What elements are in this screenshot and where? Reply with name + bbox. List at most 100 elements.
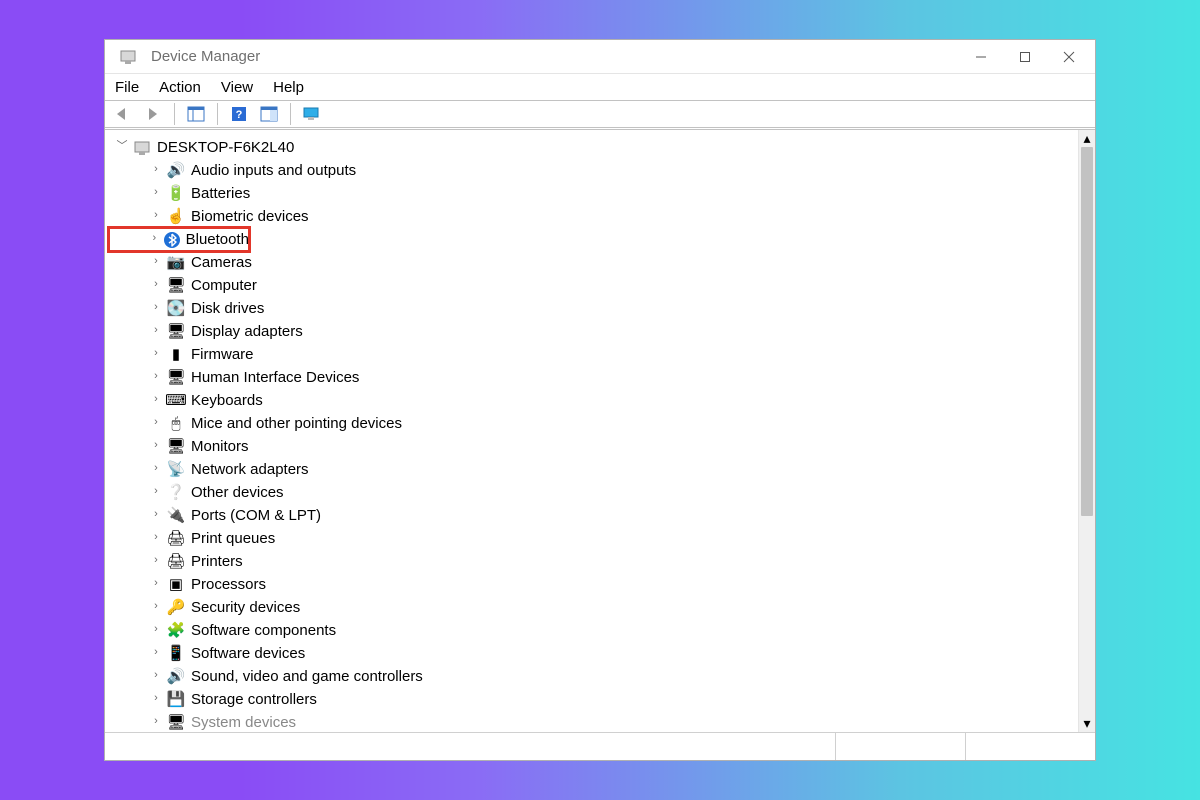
device-manager-window: Device Manager File Action View Help ? ﹀ [104, 39, 1096, 761]
tree-category[interactable]: ›▣Processors [109, 573, 1078, 596]
category-icon: ▮ [167, 346, 185, 364]
device-tree[interactable]: ﹀ DESKTOP-F6K2L40 ›🔊Audio inputs and out… [105, 130, 1078, 732]
category-label: Software devices [191, 642, 305, 665]
category-icon: 🖥 [167, 323, 185, 341]
chevron-right-icon[interactable]: › [149, 227, 160, 250]
chevron-right-icon[interactable]: › [149, 549, 163, 572]
scroll-up-icon[interactable]: ▴ [1079, 130, 1095, 147]
category-label: Software components [191, 619, 336, 642]
tree-category[interactable]: ›Bluetooth [109, 228, 249, 251]
toolbar-help-icon[interactable]: ? [227, 103, 251, 125]
chevron-right-icon[interactable]: › [149, 250, 163, 273]
tree-root[interactable]: ﹀ DESKTOP-F6K2L40 [109, 136, 1078, 159]
tree-category[interactable]: ›📷Cameras [109, 251, 1078, 274]
tree-category[interactable]: ›☝ Biometric devices [109, 205, 1078, 228]
tree-category[interactable]: ›⌨Keyboards [109, 389, 1078, 412]
category-icon: 🔌 [167, 507, 185, 525]
menu-help[interactable]: Help [273, 79, 304, 96]
chevron-right-icon[interactable]: › [149, 181, 163, 204]
category-label: Disk drives [191, 297, 264, 320]
statusbar [105, 732, 1095, 760]
toolbar-monitors-icon[interactable] [300, 103, 324, 125]
chevron-right-icon[interactable]: › [149, 365, 163, 388]
category-icon [164, 231, 180, 249]
chevron-right-icon[interactable]: › [149, 158, 163, 181]
category-label: Printers [191, 550, 243, 573]
category-label: Computer [191, 274, 257, 297]
chevron-right-icon[interactable]: › [149, 480, 163, 503]
chevron-right-icon[interactable]: › [149, 710, 163, 732]
tree-category[interactable]: ›🖨Print queues [109, 527, 1078, 550]
chevron-right-icon[interactable]: › [149, 342, 163, 365]
chevron-right-icon[interactable]: › [149, 595, 163, 618]
category-label: Network adapters [191, 458, 309, 481]
category-icon: 🔊 [167, 668, 185, 686]
tree-category[interactable]: ›🔌Ports (COM & LPT) [109, 504, 1078, 527]
tree-category[interactable]: ›🧩Software components [109, 619, 1078, 642]
close-button[interactable] [1047, 42, 1091, 72]
category-icon: 📷 [167, 254, 185, 272]
tree-category[interactable]: ›❔Other devices [109, 481, 1078, 504]
category-label: Biometric devices [191, 205, 309, 228]
menubar: File Action View Help [105, 74, 1095, 100]
tree-category[interactable]: ›🖥Computer [109, 274, 1078, 297]
tree-category[interactable]: ›🖥Monitors [109, 435, 1078, 458]
minimize-button[interactable] [959, 42, 1003, 72]
chevron-right-icon[interactable]: › [149, 319, 163, 342]
category-label: Display adapters [191, 320, 303, 343]
chevron-right-icon[interactable]: › [149, 618, 163, 641]
chevron-right-icon[interactable]: › [149, 526, 163, 549]
chevron-right-icon[interactable]: › [149, 687, 163, 710]
scroll-thumb[interactable] [1081, 147, 1093, 516]
chevron-right-icon[interactable]: › [149, 388, 163, 411]
category-label: Sound, video and game controllers [191, 665, 423, 688]
tree-category[interactable]: ›🔑Security devices [109, 596, 1078, 619]
chevron-right-icon[interactable]: › [149, 641, 163, 664]
category-label: Monitors [191, 435, 249, 458]
category-icon: 📡 [167, 461, 185, 479]
tree-category[interactable]: ›📱Software devices [109, 642, 1078, 665]
chevron-right-icon[interactable]: › [149, 457, 163, 480]
toolbar: ? [105, 100, 1095, 130]
tree-category[interactable]: ›▮Firmware [109, 343, 1078, 366]
scroll-down-icon[interactable]: ▾ [1079, 715, 1095, 732]
menu-file[interactable]: File [115, 79, 139, 96]
vertical-scrollbar[interactable]: ▴ ▾ [1078, 130, 1095, 732]
toolbar-tree-icon[interactable] [184, 103, 208, 125]
window-title: Device Manager [151, 48, 260, 65]
chevron-right-icon[interactable]: › [149, 204, 163, 227]
menu-view[interactable]: View [221, 79, 253, 96]
tree-category[interactable]: ›📡 Network adapters [109, 458, 1078, 481]
scroll-track[interactable] [1079, 147, 1095, 715]
category-icon: 🖨 [167, 553, 185, 571]
category-icon: 🖱 [167, 415, 185, 433]
tree-category[interactable]: ›🔊Audio inputs and outputs [109, 159, 1078, 182]
toolbar-forward-icon[interactable] [141, 103, 165, 125]
category-icon: ☝ [167, 208, 185, 226]
chevron-right-icon[interactable]: › [149, 503, 163, 526]
tree-category[interactable]: ›💽Disk drives [109, 297, 1078, 320]
toolbar-back-icon[interactable] [111, 103, 135, 125]
titlebar: Device Manager [105, 40, 1095, 74]
chevron-right-icon[interactable]: › [149, 664, 163, 687]
chevron-down-icon[interactable]: ﹀ [115, 135, 129, 158]
tree-category[interactable]: ›🔋Batteries [109, 182, 1078, 205]
tree-category[interactable]: ›🖥System devices [109, 711, 1078, 732]
chevron-right-icon[interactable]: › [149, 411, 163, 434]
tree-category[interactable]: ›🖨 Printers [109, 550, 1078, 573]
chevron-right-icon[interactable]: › [149, 273, 163, 296]
chevron-right-icon[interactable]: › [149, 296, 163, 319]
menu-action[interactable]: Action [159, 79, 201, 96]
tree-category[interactable]: ›🖥 Display adapters [109, 320, 1078, 343]
maximize-button[interactable] [1003, 42, 1047, 72]
chevron-right-icon[interactable]: › [149, 434, 163, 457]
tree-area: ﹀ DESKTOP-F6K2L40 ›🔊Audio inputs and out… [105, 130, 1095, 732]
tree-category[interactable]: ›🔊 Sound, video and game controllers [109, 665, 1078, 688]
category-label: Other devices [191, 481, 284, 504]
tree-category[interactable]: ›💾Storage controllers [109, 688, 1078, 711]
window-controls [959, 42, 1091, 72]
toolbar-properties-icon[interactable] [257, 103, 281, 125]
chevron-right-icon[interactable]: › [149, 572, 163, 595]
tree-category[interactable]: ›🖱Mice and other pointing devices [109, 412, 1078, 435]
tree-category[interactable]: ›🖥Human Interface Devices [109, 366, 1078, 389]
